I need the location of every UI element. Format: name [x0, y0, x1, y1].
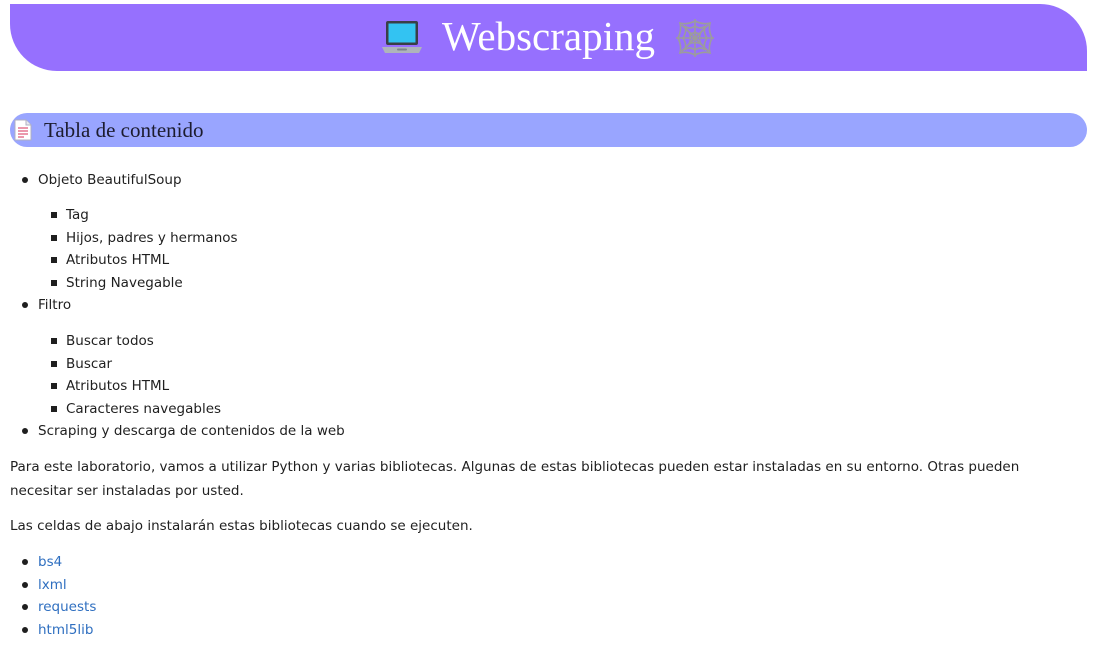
toc-subitem-hijos: Hijos, padres y hermanos: [66, 230, 238, 246]
intro-paragraph-2: Las celdas de abajo instalarán estas bib…: [10, 518, 473, 534]
page-title: Webscraping: [441, 13, 655, 59]
toc-subitem-atributos-html: Atributos HTML: [66, 252, 170, 268]
bullet-disc: [22, 604, 28, 610]
bullet-disc: [22, 177, 28, 183]
bullet-square: [51, 361, 57, 367]
toc-subitem-atributos-html-2: Atributos HTML: [66, 378, 170, 394]
library-link-html5lib[interactable]: html5lib: [38, 621, 93, 639]
bullet-square: [51, 406, 57, 412]
toc-subitem-string-navegable: String Navegable: [66, 275, 183, 291]
bullet-disc: [22, 582, 28, 588]
library-link-bs4[interactable]: bs4: [38, 553, 62, 571]
library-link-requests[interactable]: requests: [38, 598, 96, 616]
spider-web-icon: [673, 16, 717, 60]
bullet-square: [51, 235, 57, 241]
toc-subitem-caracteres-navegables: Caracteres navegables: [66, 401, 222, 417]
bullet-square: [51, 212, 57, 218]
bullet-disc: [22, 302, 28, 308]
toc-subitem-tag: Tag: [66, 207, 89, 223]
bullet-disc: [22, 428, 28, 434]
toc-title: Tabla de contenido: [44, 117, 204, 142]
laptop-icon: [380, 16, 424, 60]
document-icon: [13, 119, 33, 141]
bullet-square: [51, 257, 57, 263]
toc-subitem-buscar: Buscar: [66, 356, 113, 372]
intro-paragraph: Para este laboratorio, vamos a utilizar …: [10, 459, 1020, 499]
bullet-disc: [22, 559, 28, 565]
toc-item-objeto-beautifulsoup: Objeto BeautifulSoup: [38, 172, 182, 188]
bullet-square: [51, 338, 57, 344]
bullet-square: [51, 280, 57, 286]
bullet-disc: [22, 627, 28, 633]
bullet-square: [51, 383, 57, 389]
toc-banner: Tabla de contenido: [10, 113, 1087, 147]
title-banner: Webscraping: [10, 4, 1087, 71]
toc-item-scraping: Scraping y descarga de contenidos de la …: [38, 423, 345, 439]
toc-subitem-buscar-todos: Buscar todos: [66, 333, 154, 349]
library-link-lxml[interactable]: lxml: [38, 576, 67, 594]
toc-item-filtro: Filtro: [38, 297, 72, 313]
